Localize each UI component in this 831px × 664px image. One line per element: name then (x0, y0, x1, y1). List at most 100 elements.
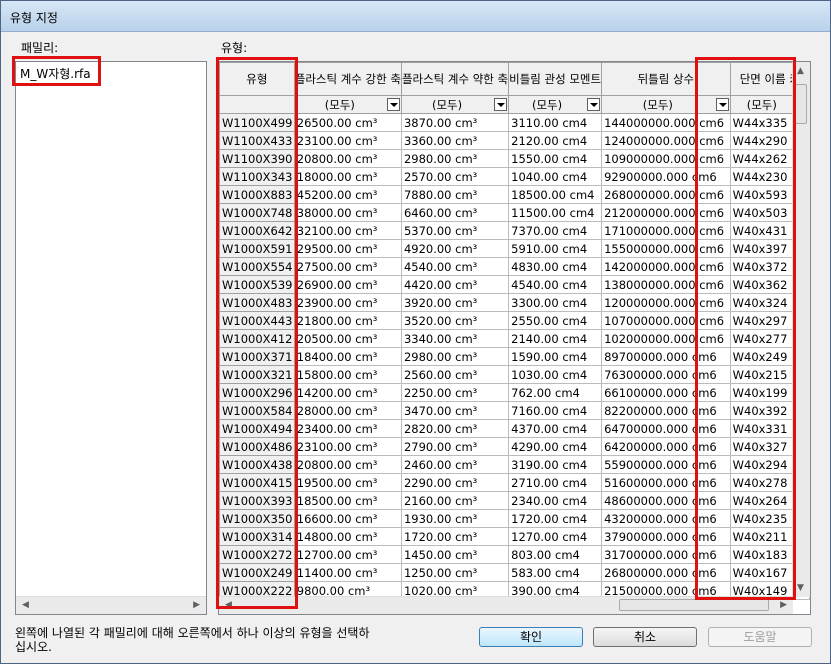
type-name-cell[interactable]: W1000X642 (219, 221, 295, 240)
table-cell[interactable]: 124000000.000 cm6 (601, 131, 731, 150)
table-cell[interactable]: 2790.00 cm³ (400, 437, 510, 456)
table-cell[interactable]: 5910.00 cm4 (508, 239, 603, 258)
table-row[interactable]: W1000X486 23100.00 cm³ 2790.00 cm³ 4290.00 … (219, 437, 810, 456)
table-cell[interactable]: 6460.00 cm³ (400, 203, 510, 222)
table-cell[interactable]: 1930.00 cm³ (400, 509, 510, 528)
table-cell[interactable]: 762.00 cm4 (508, 383, 603, 402)
table-cell[interactable]: 583.00 cm4 (508, 563, 603, 582)
table-cell[interactable]: 4540.00 cm4 (508, 275, 603, 294)
table-row[interactable]: W1000X483 23900.00 cm³ 3920.00 cm³ 3300.00 … (219, 293, 810, 312)
table-cell[interactable]: 37900000.000 cm6 (601, 527, 731, 546)
table-cell[interactable]: 11500.00 cm4 (508, 203, 603, 222)
table-cell[interactable]: 38000.00 cm³ (293, 203, 402, 222)
table-cell[interactable]: 3110.00 cm4 (508, 113, 603, 132)
table-cell[interactable]: 2120.00 cm4 (508, 131, 603, 150)
table-cell[interactable]: 18500.00 cm³ (293, 491, 402, 510)
table-cell[interactable]: 4920.00 cm³ (400, 239, 510, 258)
table-cell[interactable]: 4290.00 cm4 (508, 437, 603, 456)
table-row[interactable]: W1000X438 20800.00 cm³ 2460.00 cm³ 3190.00 … (219, 455, 810, 474)
table-row[interactable]: W1000X393 18500.00 cm³ 2160.00 cm³ 2340.00 … (219, 491, 810, 510)
vertical-scroll-thumb[interactable] (795, 84, 807, 124)
type-name-cell[interactable]: W1100X390 (219, 149, 295, 168)
table-cell[interactable]: 3360.00 cm³ (400, 131, 510, 150)
table-row[interactable]: W1000X584 28000.00 cm³ 3470.00 cm³ 7160.00 … (219, 401, 810, 420)
table-cell[interactable]: 2570.00 cm³ (400, 167, 510, 186)
table-cell[interactable]: 11400.00 cm³ (293, 563, 402, 582)
table-row[interactable]: W1000X883 45200.00 cm³ 7880.00 cm³ 18500.00… (219, 185, 810, 204)
table-cell[interactable]: 1550.00 cm4 (508, 149, 603, 168)
table-cell[interactable]: 82200000.000 cm6 (601, 401, 731, 420)
type-name-cell[interactable]: W1000X584 (219, 401, 295, 420)
column-header[interactable]: 플라스틱 계수 강한 축 (293, 62, 402, 96)
table-cell[interactable]: 51600000.000 cm6 (601, 473, 731, 492)
table-row[interactable]: W1000X415 19500.00 cm³ 2290.00 cm³ 2710.00 … (219, 473, 810, 492)
type-name-cell[interactable]: W1000X748 (219, 203, 295, 222)
table-cell[interactable]: 2560.00 cm³ (400, 365, 510, 384)
table-cell[interactable]: 1040.00 cm4 (508, 167, 603, 186)
scroll-up-icon[interactable]: ▲ (797, 66, 804, 76)
grid-scroll-right-icon[interactable]: ▶ (780, 600, 787, 610)
table-cell[interactable]: 5370.00 cm³ (400, 221, 510, 240)
table-cell[interactable]: 12700.00 cm³ (293, 545, 402, 564)
column-header[interactable]: 유형 (219, 62, 295, 96)
column-filter[interactable]: (모두) (293, 95, 402, 114)
table-cell[interactable]: 26900.00 cm³ (293, 275, 402, 294)
table-cell[interactable]: 43200000.000 cm6 (601, 509, 731, 528)
table-cell[interactable]: 1720.00 cm³ (400, 527, 510, 546)
table-cell[interactable]: 2160.00 cm³ (400, 491, 510, 510)
ok-button[interactable]: 확인 (479, 627, 583, 647)
table-cell[interactable]: 14200.00 cm³ (293, 383, 402, 402)
type-name-cell[interactable]: W1000X321 (219, 365, 295, 384)
type-name-cell[interactable]: W1000X486 (219, 437, 295, 456)
chevron-down-icon[interactable] (715, 98, 729, 111)
type-name-cell[interactable]: W1000X443 (219, 311, 295, 330)
table-cell[interactable]: 26800000.000 cm6 (601, 563, 731, 582)
table-row[interactable]: W1000X314 14800.00 cm³ 1720.00 cm³ 1270.00 … (219, 527, 810, 546)
family-horizontal-scrollbar[interactable]: ◀ ▶ (16, 596, 206, 614)
table-cell[interactable]: 21800.00 cm³ (293, 311, 402, 330)
table-cell[interactable]: 48600000.000 cm6 (601, 491, 731, 510)
type-name-cell[interactable]: W1000X296 (219, 383, 295, 402)
table-cell[interactable]: 92900000.000 cm6 (601, 167, 731, 186)
table-cell[interactable]: 120000000.000 cm6 (601, 293, 731, 312)
column-header[interactable]: 뒤틀림 상수 (601, 62, 731, 96)
type-name-cell[interactable]: W1100X433 (219, 131, 295, 150)
table-row[interactable]: W1100X343 18000.00 cm³ 2570.00 cm³ 1040.00 … (219, 167, 810, 186)
table-cell[interactable]: 23400.00 cm³ (293, 419, 402, 438)
type-name-cell[interactable]: W1000X350 (219, 509, 295, 528)
table-cell[interactable]: 1450.00 cm³ (400, 545, 510, 564)
table-cell[interactable]: 7370.00 cm4 (508, 221, 603, 240)
column-header[interactable]: 비틀림 관성 모멘트 (508, 62, 603, 96)
table-row[interactable]: W1000X591 29500.00 cm³ 4920.00 cm³ 5910.00 … (219, 239, 810, 258)
horizontal-scroll-thumb[interactable] (619, 599, 769, 611)
type-name-cell[interactable]: W1000X412 (219, 329, 295, 348)
table-cell[interactable]: 32100.00 cm³ (293, 221, 402, 240)
table-cell[interactable]: 7880.00 cm³ (400, 185, 510, 204)
table-cell[interactable]: 20800.00 cm³ (293, 149, 402, 168)
table-cell[interactable]: 89700000.000 cm6 (601, 347, 731, 366)
table-cell[interactable]: 66100000.000 cm6 (601, 383, 731, 402)
table-cell[interactable]: 15800.00 cm³ (293, 365, 402, 384)
table-cell[interactable]: 803.00 cm4 (508, 545, 603, 564)
table-cell[interactable]: 171000000.000 cm6 (601, 221, 731, 240)
table-cell[interactable]: 212000000.000 cm6 (601, 203, 731, 222)
table-cell[interactable]: 1250.00 cm³ (400, 563, 510, 582)
table-cell[interactable]: 64700000.000 cm6 (601, 419, 731, 438)
table-cell[interactable]: 64200000.000 cm6 (601, 437, 731, 456)
table-cell[interactable]: 2980.00 cm³ (400, 149, 510, 168)
table-cell[interactable]: 1590.00 cm4 (508, 347, 603, 366)
type-name-cell[interactable]: W1000X883 (219, 185, 295, 204)
table-cell[interactable]: 28000.00 cm³ (293, 401, 402, 420)
table-cell[interactable]: 107000000.000 cm6 (601, 311, 731, 330)
table-cell[interactable]: 268000000.000 cm6 (601, 185, 731, 204)
table-cell[interactable]: 3870.00 cm³ (400, 113, 510, 132)
type-name-cell[interactable]: W1100X499 (219, 113, 295, 132)
table-cell[interactable]: 1270.00 cm4 (508, 527, 603, 546)
table-cell[interactable]: 4420.00 cm³ (400, 275, 510, 294)
table-cell[interactable]: 29500.00 cm³ (293, 239, 402, 258)
table-cell[interactable]: 2550.00 cm4 (508, 311, 603, 330)
table-cell[interactable]: 4830.00 cm4 (508, 257, 603, 276)
table-cell[interactable]: 23100.00 cm³ (293, 437, 402, 456)
table-cell[interactable]: 20800.00 cm³ (293, 455, 402, 474)
table-cell[interactable]: 109000000.000 cm6 (601, 149, 731, 168)
